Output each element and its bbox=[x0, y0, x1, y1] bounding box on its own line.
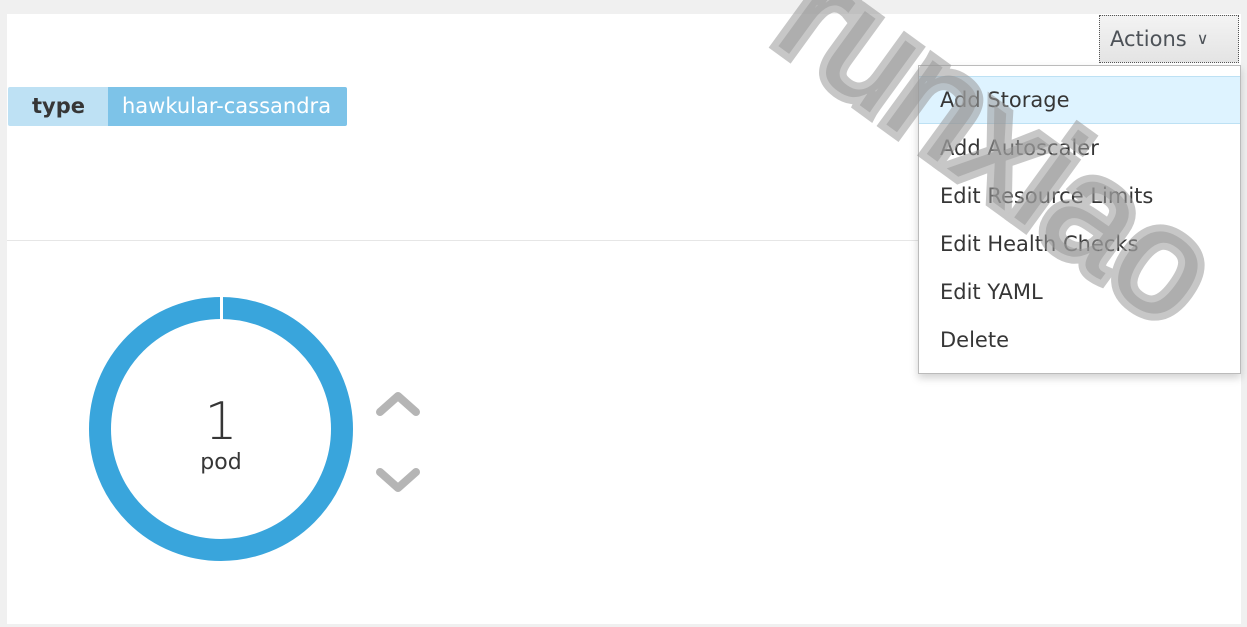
scale-up-icon[interactable] bbox=[374, 386, 422, 422]
scale-down-icon[interactable] bbox=[374, 462, 422, 498]
menu-item-edit-resource-limits[interactable]: Edit Resource Limits bbox=[919, 172, 1240, 220]
pod-donut-gap bbox=[220, 296, 223, 322]
actions-dropdown-button[interactable]: Actions ∨ bbox=[1099, 15, 1239, 63]
menu-item-add-storage[interactable]: Add Storage bbox=[919, 76, 1240, 124]
menu-item-add-autoscaler[interactable]: Add Autoscaler bbox=[919, 124, 1240, 172]
menu-item-delete[interactable]: Delete bbox=[919, 316, 1240, 364]
pod-label: pod bbox=[200, 450, 242, 475]
label-chip[interactable]: type hawkular-cassandra bbox=[8, 87, 348, 126]
label-value: hawkular-cassandra bbox=[108, 87, 348, 126]
pod-count: 1 bbox=[204, 392, 238, 452]
menu-item-edit-health-checks[interactable]: Edit Health Checks bbox=[919, 220, 1240, 268]
actions-button-label: Actions bbox=[1110, 27, 1187, 51]
actions-menu: Add Storage Add Autoscaler Edit Resource… bbox=[918, 65, 1241, 374]
label-key: type bbox=[8, 87, 108, 126]
menu-item-edit-yaml[interactable]: Edit YAML bbox=[919, 268, 1240, 316]
chevron-down-icon: ∨ bbox=[1196, 29, 1209, 48]
